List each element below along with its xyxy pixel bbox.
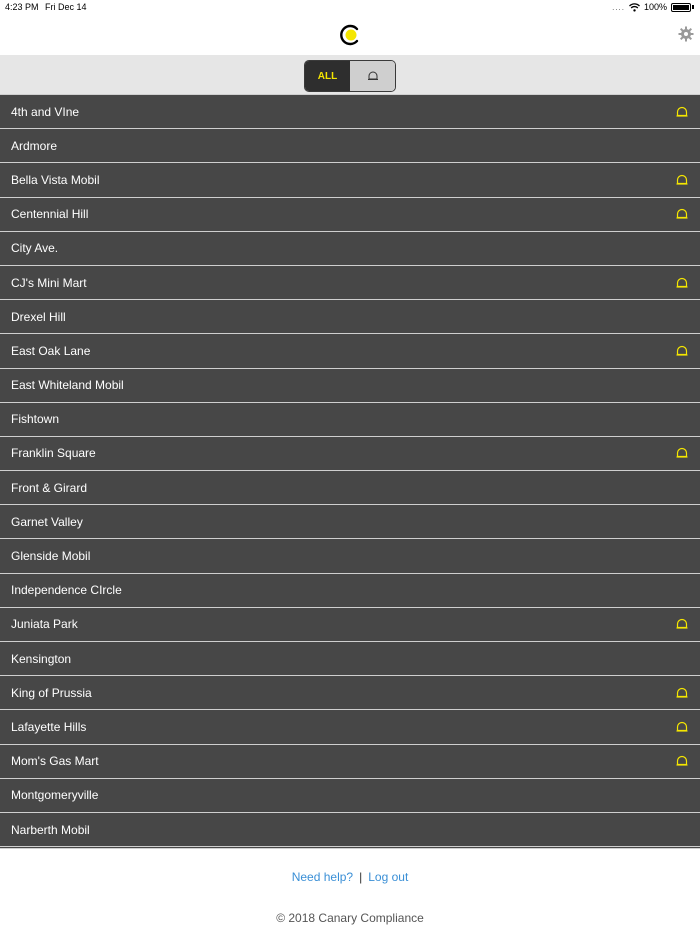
location-name: East Oak Lane [11,343,91,358]
status-time: 4:23 PM [5,2,39,12]
status-indicators: .... 100% [612,2,694,12]
alert-bell-icon [676,106,688,117]
location-name: Bella Vista Mobil [11,172,100,187]
location-row[interactable]: Front & Girard [0,471,700,506]
alert-bell-icon [676,448,688,459]
location-name: Front & Girard [11,480,88,495]
copyright-text: © 2018 Canary Compliance [276,911,424,925]
location-row[interactable]: King of Prussia [0,676,700,711]
battery-icon [671,2,691,12]
location-name: Fishtown [11,412,60,427]
status-date: Fri Dec 14 [45,2,87,12]
location-name: Garnet Valley [11,514,83,529]
location-list: 4th and VIne Ardmore Bella Vista Mobil Cent… [0,95,700,848]
location-name: Mom's Gas Mart [11,754,99,769]
location-name: Independence CIrcle [11,583,122,598]
alert-bell-icon [676,174,688,185]
location-row[interactable]: Glenside Mobil [0,539,700,574]
location-row[interactable]: East Whiteland Mobil [0,368,700,403]
location-name: Drexel Hill [11,309,66,324]
location-name: Juniata Park [11,617,78,632]
alert-bell-icon [676,277,688,288]
location-row[interactable]: Lafayette Hills [0,710,700,745]
location-row[interactable]: 4th and VIne [0,95,700,130]
location-row[interactable]: Garnet Valley [0,505,700,540]
location-row[interactable]: City Ave. [0,231,700,266]
location-row[interactable]: Juniata Park [0,607,700,642]
location-name: Narberth Mobil [11,822,90,837]
alert-bell-icon [676,619,688,630]
nav-bar [0,14,700,55]
bell-icon [367,71,378,80]
location-name: 4th and VIne [11,104,80,119]
location-name: Kensington [11,651,72,666]
location-row[interactable]: Centennial Hill [0,197,700,232]
gear-icon[interactable] [678,26,694,42]
location-name: City Ave. [11,241,59,256]
footer-separator: | [359,870,363,884]
status-bar: 4:23 PM Fri Dec 14 .... 100% [0,0,700,14]
location-row[interactable]: Fishtown [0,402,700,437]
location-row[interactable]: Narberth Mobil [0,812,700,848]
footer-links: Need help? | Log out [0,870,700,884]
filter-alerts-button[interactable] [350,61,395,91]
location-name: Montgomeryville [11,788,99,803]
location-row[interactable]: East Oak Lane [0,334,700,369]
location-name: Glenside Mobil [11,549,91,564]
location-name: King of Prussia [11,685,92,700]
location-row[interactable]: Ardmore [0,129,700,164]
alert-bell-icon [676,756,688,766]
battery-percent: 100% [643,2,667,12]
location-name: Franklin Square [11,446,96,461]
location-row[interactable]: Independence CIrcle [0,573,700,608]
alert-bell-icon [676,721,688,732]
filter-segmented-control: ALL [304,60,396,92]
alert-bell-icon [676,345,688,356]
location-row[interactable]: Franklin Square [0,436,700,472]
location-row[interactable]: Mom's Gas Mart [0,744,700,779]
location-row[interactable]: Bella Vista Mobil [0,163,700,198]
filter-bar: ALL [0,55,700,95]
need-help-link[interactable]: Need help? [292,870,353,884]
location-row[interactable]: Montgomeryville [0,778,700,813]
location-name: Ardmore [11,138,58,153]
footer: Need help? | Log out © 2018 Canary Complia… [0,848,700,934]
alert-bell-icon [676,687,688,698]
wifi-icon [629,2,640,12]
canary-logo-icon [340,24,359,46]
signal-icon: .... [612,2,625,12]
logout-link[interactable]: Log out [368,870,408,884]
location-row[interactable]: Kensington [0,642,700,677]
alert-bell-icon [676,209,688,219]
location-row[interactable]: CJ's Mini Mart [0,265,700,301]
location-name: East Whiteland Mobil [11,378,124,393]
location-name: CJ's Mini Mart [11,275,87,290]
battery-cap [692,5,694,9]
location-row[interactable]: Drexel Hill [0,300,700,335]
location-name: Lafayette Hills [11,719,87,734]
filter-all-button[interactable]: ALL [305,61,350,91]
location-name: Centennial Hill [11,207,89,222]
